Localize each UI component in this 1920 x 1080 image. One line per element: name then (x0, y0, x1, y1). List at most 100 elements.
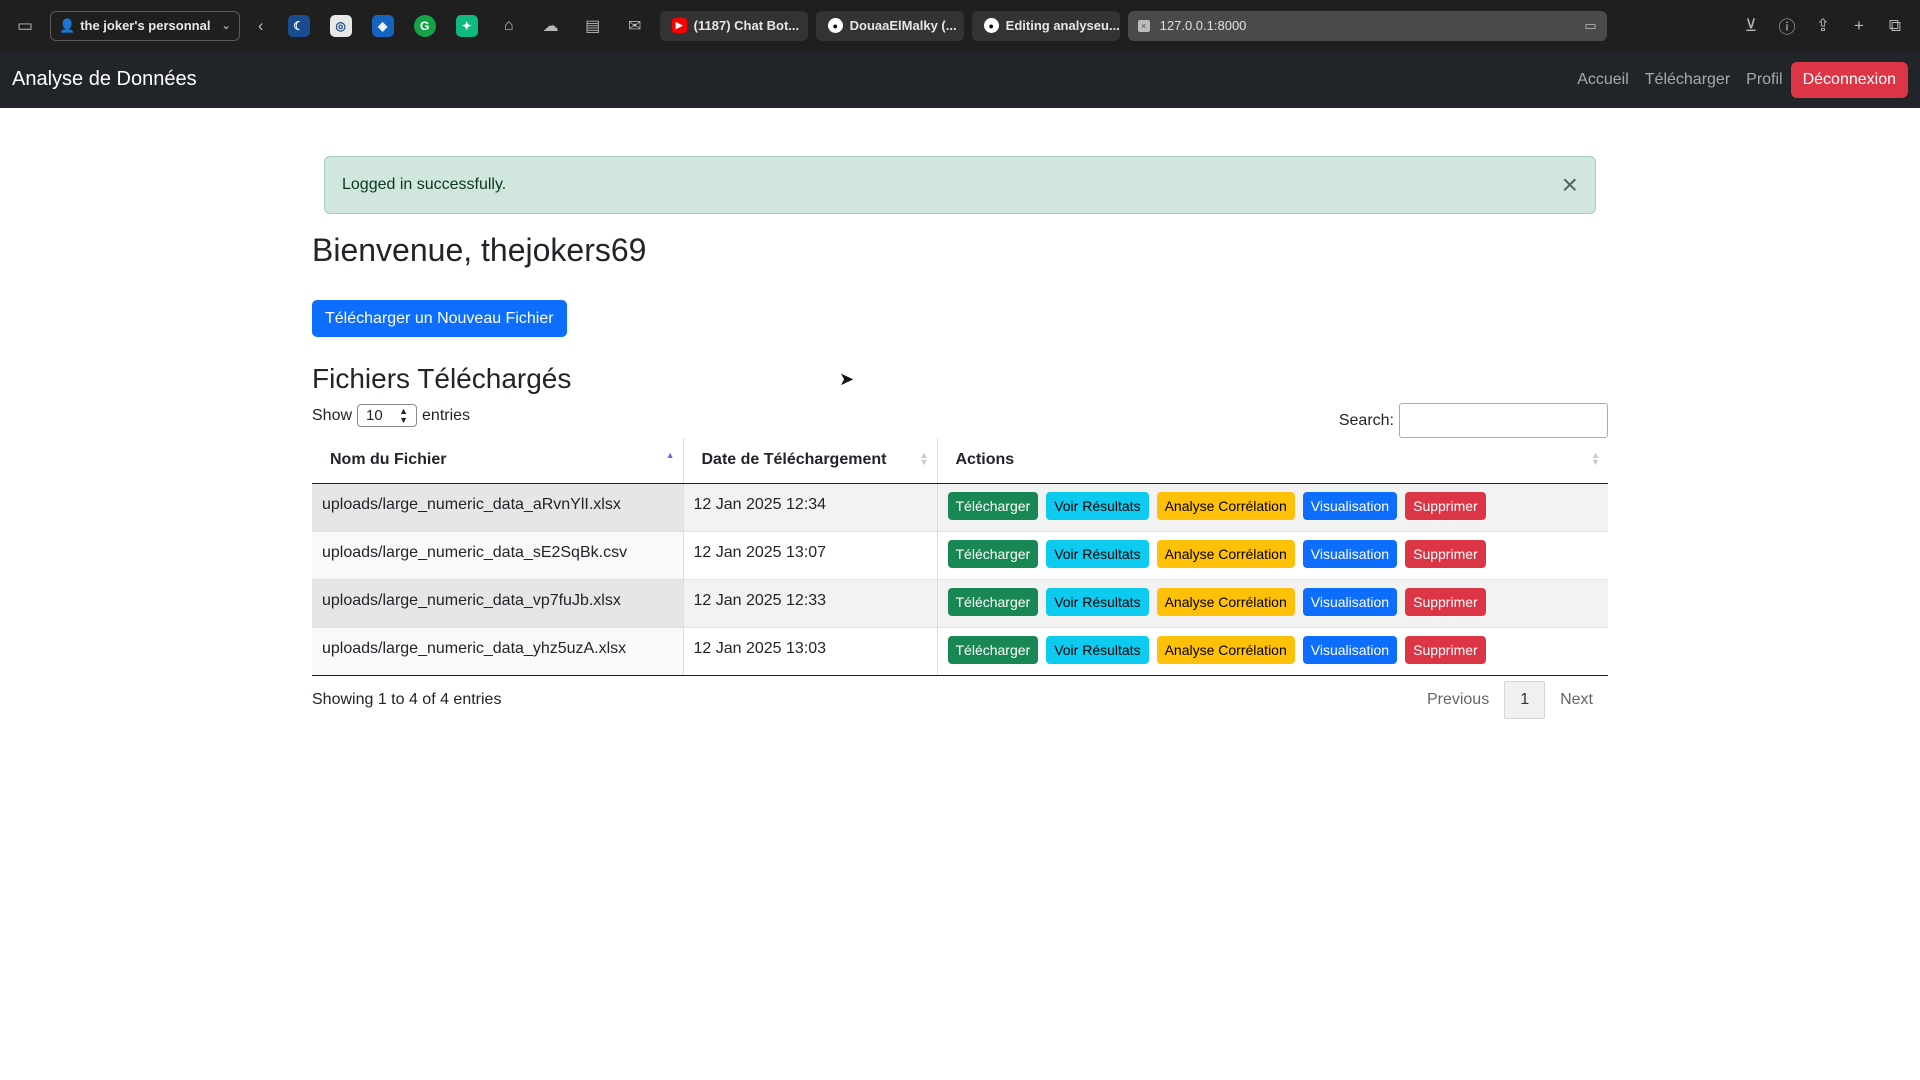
close-icon[interactable]: × (1562, 171, 1578, 199)
share-icon[interactable]: ⇪ (1810, 13, 1836, 39)
download-button[interactable]: Télécharger (947, 491, 1039, 520)
alert-message: Logged in successfully. (342, 176, 507, 193)
github-icon: ● (983, 18, 999, 33)
success-alert: Logged in successfully. × (324, 156, 1596, 214)
home-icon[interactable]: ⌂ (498, 15, 520, 37)
download-button[interactable]: Télécharger (947, 635, 1039, 664)
nav-telecharger[interactable]: Télécharger (1637, 71, 1738, 89)
tab-title: DouaaElMalky (... (849, 18, 957, 33)
table-search: Search: (1339, 403, 1608, 438)
table-row: uploads/large_numeric_data_sE2SqBk.csv 12… (312, 530, 1608, 579)
globe-bookmark-icon[interactable]: ◎ (329, 14, 352, 37)
stepper-icon: ▲ ▼ (399, 405, 409, 425)
page-1-button[interactable]: 1 (1504, 681, 1546, 719)
entries-value: 10 (366, 407, 383, 424)
download-icon[interactable]: ⊻ (1738, 13, 1764, 39)
info-icon[interactable]: ⓘ (1774, 13, 1800, 39)
browser-toolbar: ▭ 👤 the joker's personnal ⌄ ‹ ☾ ◎ ◈ G ✦ … (0, 0, 1920, 51)
logout-button[interactable]: Déconnexion (1790, 61, 1908, 98)
nav-accueil[interactable]: Accueil (1569, 71, 1637, 89)
chatgpt-icon[interactable]: ✦ (455, 14, 478, 37)
delete-button[interactable]: Supprimer (1405, 635, 1486, 664)
tab-overview-icon[interactable]: ⧉ (1882, 13, 1908, 39)
correlation-button[interactable]: Analyse Corrélation (1156, 587, 1295, 616)
sort-icon: ▲ ▼ (919, 450, 929, 467)
column-header-actions[interactable]: Actions ▲ ▼ (936, 438, 1608, 484)
search-label: Search: (1338, 411, 1394, 429)
section-title: Fichiers Téléchargés (312, 363, 572, 394)
mail-icon[interactable]: ✉ (624, 15, 646, 37)
tab-github-editing[interactable]: ● Editing analyseu... (971, 10, 1120, 41)
view-results-button[interactable]: Voir Résultats (1046, 587, 1149, 616)
pagination: Previous 1 Next (1412, 681, 1608, 719)
entries-select[interactable]: 10 ▲ ▼ (357, 404, 418, 427)
entries-label: entries (422, 406, 471, 424)
person-icon: 👤 (59, 17, 76, 33)
actions-cell: Télécharger Voir Résultats Analyse Corréla… (936, 530, 1608, 579)
table-row: uploads/large_numeric_data_vp7fuJb.xlsx 1… (312, 578, 1608, 627)
upload-date-cell: 12 Jan 2025 13:07 (682, 530, 937, 579)
chart-bookmark-icon[interactable]: ▤ (582, 15, 604, 37)
profile-name: the joker's personnal (80, 18, 211, 33)
reader-icon[interactable]: ▭ (1584, 18, 1596, 34)
visualization-button[interactable]: Visualisation (1302, 539, 1398, 568)
upload-file-button[interactable]: Télécharger un Nouveau Fichier (312, 300, 567, 337)
download-button[interactable]: Télécharger (947, 587, 1039, 616)
delete-button[interactable]: Supprimer (1405, 587, 1486, 616)
column-header-label: Nom du Fichier (330, 451, 447, 469)
column-header-date[interactable]: Date de Téléchargement ▲ ▼ (682, 438, 937, 484)
column-header-label: Date de Téléchargement (701, 451, 887, 469)
chevron-down-icon: ⌄ (221, 20, 231, 32)
next-button[interactable]: Next (1545, 682, 1608, 718)
entries-length: Show 10 ▲ ▼ entries (312, 404, 470, 427)
brand[interactable]: Analyse de Données (12, 68, 197, 91)
tab-youtube[interactable]: ▶ (1187) Chat Bot... (659, 10, 808, 41)
download-button[interactable]: Télécharger (947, 539, 1039, 568)
address-bar[interactable]: × 127.0.0.1:8000 ▭ (1127, 10, 1607, 41)
actions-cell: Télécharger Voir Résultats Analyse Corréla… (936, 482, 1608, 531)
view-results-button[interactable]: Voir Résultats (1046, 491, 1149, 520)
github-icon: ● (827, 18, 843, 33)
correlation-button[interactable]: Analyse Corrélation (1156, 491, 1295, 520)
delete-button[interactable]: Supprimer (1405, 491, 1486, 520)
search-input[interactable] (1399, 403, 1608, 438)
site-icon: × (1137, 19, 1150, 32)
view-results-button[interactable]: Voir Résultats (1046, 635, 1149, 664)
grammarly-icon[interactable]: G (413, 14, 436, 37)
file-name-cell: uploads/large_numeric_data_sE2SqBk.csv (312, 530, 683, 579)
navbar: Analyse de Données Accueil Télécharger P… (0, 51, 1920, 108)
profile-switcher[interactable]: 👤 the joker's personnal ⌄ (50, 10, 240, 41)
column-header-name[interactable]: Nom du Fichier ▲ (312, 438, 683, 484)
tab-github-profile[interactable]: ● DouaaElMalky (... (815, 10, 964, 41)
table-row: uploads/large_numeric_data_aRvnYlI.xlsx 1… (312, 482, 1608, 531)
file-name-cell: uploads/large_numeric_data_yhz5uzA.xlsx (312, 626, 683, 676)
sidebar-toggle-icon[interactable]: ▭ (12, 13, 38, 39)
page-title: Bienvenue, thejokers69 (312, 232, 647, 268)
cloud-icon[interactable]: ☁ (540, 15, 562, 37)
sort-icon: ▲ ▼ (1591, 450, 1600, 467)
visualization-button[interactable]: Visualisation (1302, 587, 1398, 616)
file-name-cell: uploads/large_numeric_data_vp7fuJb.xlsx (312, 578, 683, 627)
previous-button[interactable]: Previous (1412, 682, 1504, 718)
mouse-cursor-icon: ➤ (839, 369, 855, 389)
delete-button[interactable]: Supprimer (1405, 539, 1486, 568)
tab-title: (1187) Chat Bot... (693, 18, 800, 33)
url-text: 127.0.0.1:8000 (1159, 18, 1247, 33)
sort-ascending-icon: ▲ (665, 450, 675, 460)
visualization-button[interactable]: Visualisation (1302, 491, 1398, 520)
view-results-button[interactable]: Voir Résultats (1046, 539, 1149, 568)
file-name-cell: uploads/large_numeric_data_aRvnYlI.xlsx (312, 482, 683, 531)
youtube-icon: ▶ (671, 18, 687, 33)
new-tab-icon[interactable]: + (1846, 13, 1872, 39)
correlation-button[interactable]: Analyse Corrélation (1156, 539, 1295, 568)
visualization-button[interactable]: Visualisation (1302, 635, 1398, 664)
back-icon[interactable]: ‹ (248, 13, 274, 39)
tab-title: Editing analyseu... (1005, 18, 1120, 33)
show-label: Show (312, 406, 353, 424)
correlation-button[interactable]: Analyse Corrélation (1156, 635, 1295, 664)
moon-bookmark-icon[interactable]: ☾ (287, 14, 310, 37)
shield-bookmark-icon[interactable]: ◈ (371, 14, 394, 37)
actions-cell: Télécharger Voir Résultats Analyse Corréla… (936, 626, 1608, 676)
nav-profil[interactable]: Profil (1738, 71, 1790, 89)
table-row: uploads/large_numeric_data_yhz5uzA.xlsx 1… (312, 626, 1608, 676)
